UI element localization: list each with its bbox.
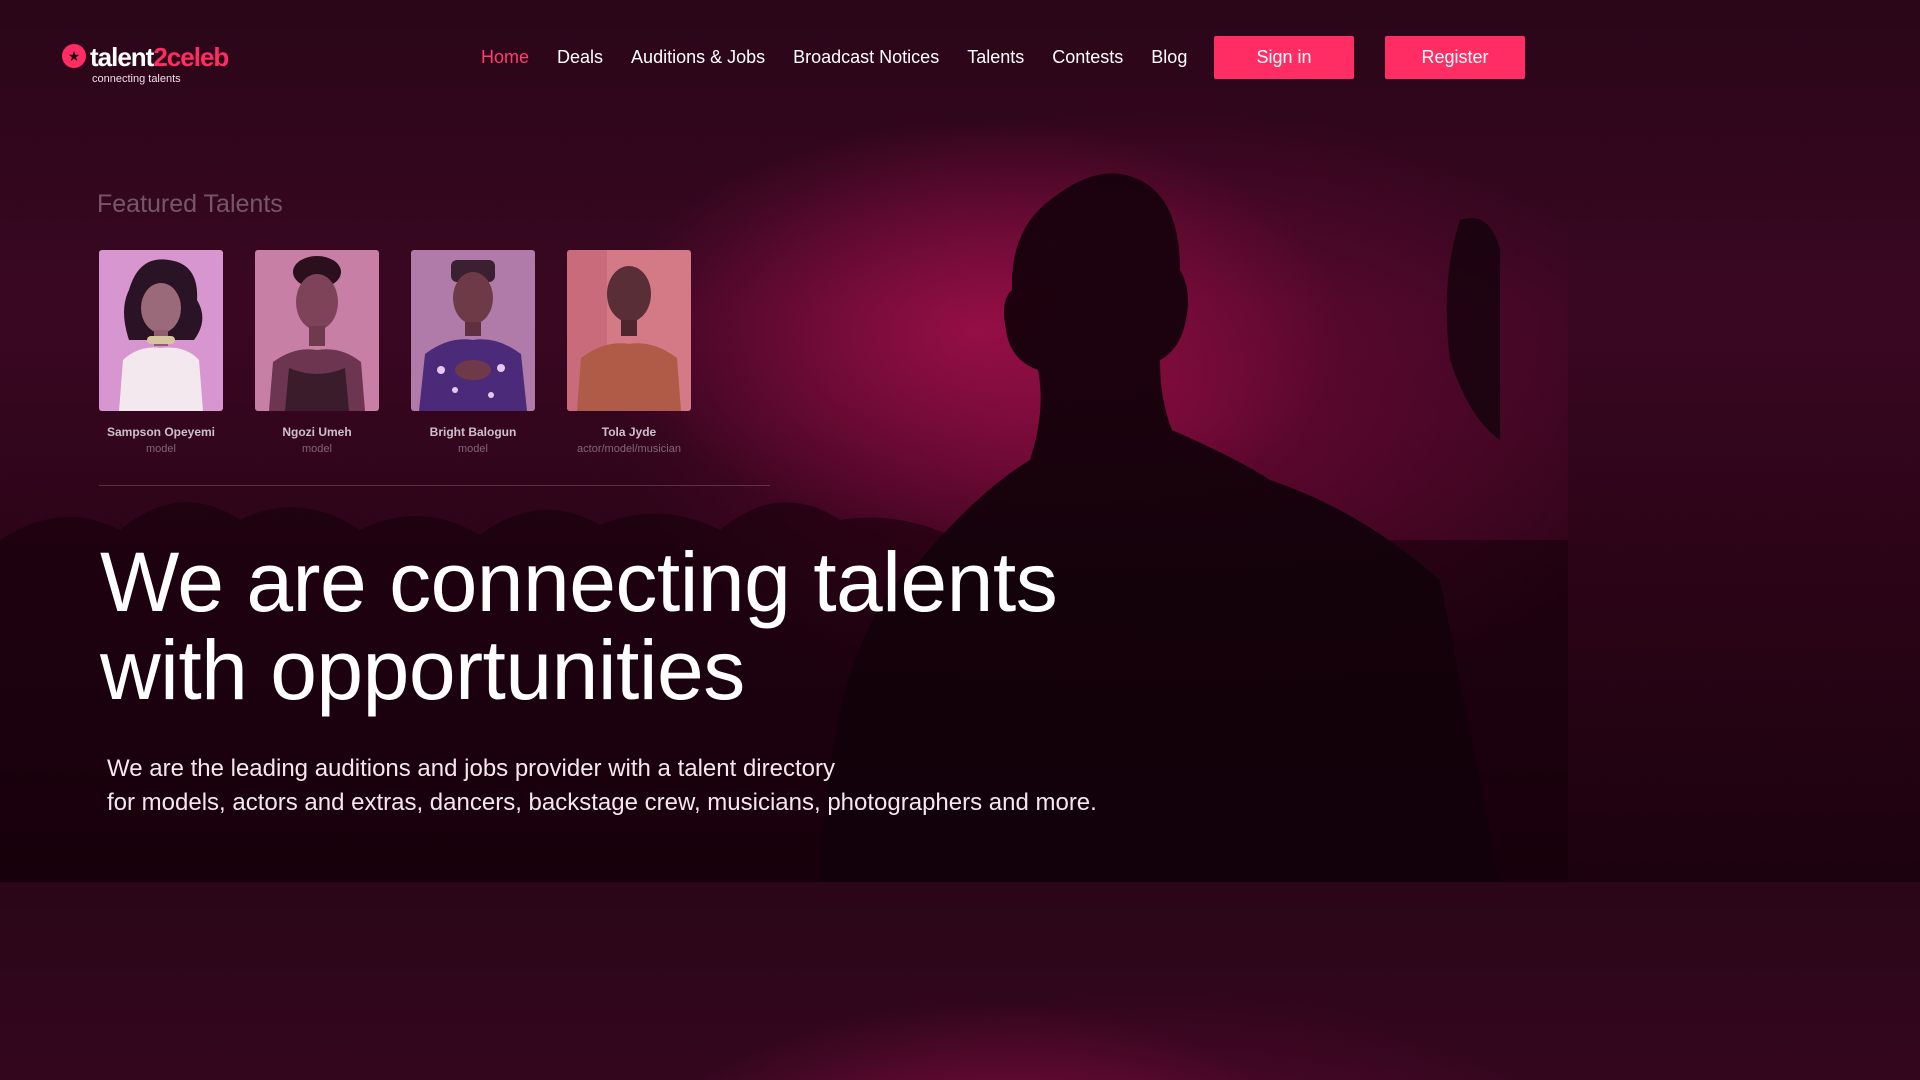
- talent-card[interactable]: Tola Jyde actor/model/musician: [567, 250, 691, 455]
- talent-photo[interactable]: [567, 250, 691, 411]
- talent-card[interactable]: Sampson Opeyemi model: [99, 250, 223, 455]
- nav-contests[interactable]: Contests: [1052, 47, 1123, 68]
- hero-title: We are connecting talents with opportuni…: [100, 538, 1200, 714]
- nav-talents[interactable]: Talents: [967, 47, 1024, 68]
- featured-talents-heading: Featured Talents: [97, 190, 283, 218]
- hero-subtitle: We are the leading auditions and jobs pr…: [107, 752, 1207, 820]
- sign-in-button[interactable]: Sign in: [1214, 36, 1354, 79]
- brand-name-accent: 2celeb: [153, 42, 229, 72]
- talent-photo[interactable]: [255, 250, 379, 411]
- brand-logo[interactable]: ★ talent2celeb connecting talents: [62, 42, 262, 92]
- hero-title-line2: with opportunities: [100, 623, 745, 717]
- featured-talents-list: Sampson Opeyemi model Ngozi Umeh model B…: [99, 250, 699, 470]
- nav-auditions-jobs[interactable]: Auditions & Jobs: [631, 47, 765, 68]
- talent-name: Tola Jyde: [601, 425, 657, 439]
- talent-photo[interactable]: [99, 250, 223, 411]
- brand-name: talent2celeb: [90, 42, 229, 73]
- talent-name: Bright Balogun: [429, 425, 517, 439]
- talent-role: model: [458, 443, 488, 455]
- nav-home[interactable]: Home: [481, 47, 529, 68]
- nav-broadcast-notices[interactable]: Broadcast Notices: [793, 47, 939, 68]
- nav-deals[interactable]: Deals: [557, 47, 603, 68]
- talent-role: model: [302, 443, 332, 455]
- talent-name: Sampson Opeyemi: [106, 425, 216, 439]
- brand-tagline: connecting talents: [92, 73, 181, 85]
- section-divider: [99, 485, 770, 486]
- site-header: ★ talent2celeb connecting talents Home D…: [0, 0, 1568, 110]
- star-icon: ★: [62, 44, 86, 68]
- hero-subtitle-line1: We are the leading auditions and jobs pr…: [107, 755, 835, 782]
- talent-photo[interactable]: [411, 250, 535, 411]
- hero-subtitle-line2: for models, actors and extras, dancers, …: [107, 789, 1097, 816]
- talent-card[interactable]: Bright Balogun model: [411, 250, 535, 455]
- brand-name-main: talent: [90, 42, 154, 72]
- main-nav: Home Deals Auditions & Jobs Broadcast No…: [481, 43, 1215, 71]
- talent-role: actor/model/musician: [577, 443, 681, 455]
- register-button[interactable]: Register: [1385, 36, 1525, 79]
- hero-title-line1: We are connecting talents: [100, 535, 1058, 629]
- talent-card[interactable]: Ngozi Umeh model: [255, 250, 379, 455]
- talent-role: model: [146, 443, 176, 455]
- talent-name: Ngozi Umeh: [282, 425, 352, 439]
- nav-blog[interactable]: Blog: [1151, 47, 1187, 68]
